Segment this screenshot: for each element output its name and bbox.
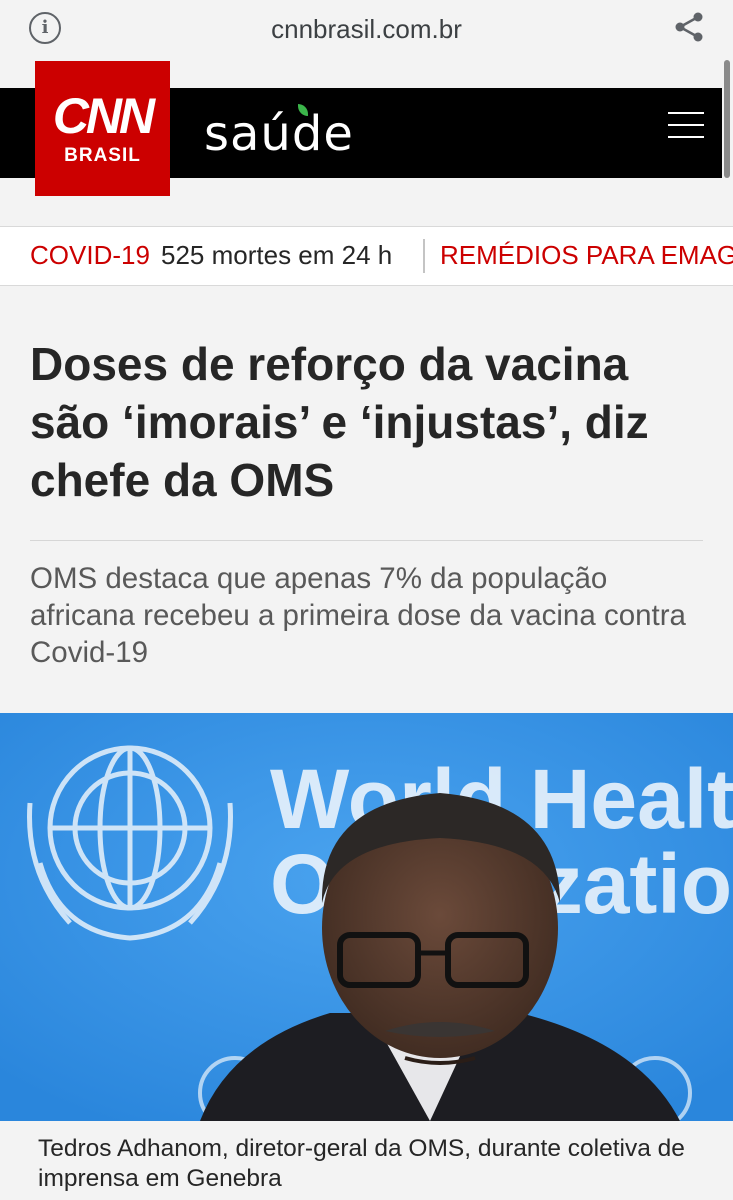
url-text[interactable]: cnnbrasil.com.br bbox=[0, 14, 733, 45]
photo-illustration: World Health Organization bbox=[0, 713, 733, 1121]
article-photo[interactable]: World Health Organization bbox=[0, 713, 733, 1121]
hamburger-menu-icon[interactable] bbox=[668, 112, 704, 142]
ticker-topic-remedios[interactable]: REMÉDIOS PARA EMAGR bbox=[440, 240, 733, 271]
divider bbox=[30, 540, 703, 541]
article-headline: Doses de reforço da vacina são ‘imorais’… bbox=[30, 338, 649, 506]
browser-address-bar[interactable]: i cnnbrasil.com.br bbox=[0, 0, 733, 58]
share-icon[interactable] bbox=[672, 10, 706, 44]
cnn-brasil-logo[interactable]: CNN BRASIL bbox=[35, 61, 170, 196]
topic-ticker: COVID-19 525 mortes em 24 h REMÉDIOS PAR… bbox=[0, 226, 733, 286]
ticker-divider bbox=[423, 239, 425, 273]
article-subhead: OMS destaca que apenas 7% da população a… bbox=[30, 562, 686, 669]
logo-cnn-text: CNN bbox=[52, 87, 155, 144]
ticker-covid-detail[interactable]: 525 mortes em 24 h bbox=[161, 240, 392, 271]
ticker-topic-covid[interactable]: COVID-19 bbox=[30, 240, 150, 271]
logo-brasil-text: BRASIL bbox=[64, 144, 141, 166]
section-title[interactable]: saúde bbox=[204, 106, 354, 162]
scrollbar[interactable] bbox=[724, 60, 730, 178]
photo-caption: Tedros Adhanom, diretor-geral da OMS, du… bbox=[38, 1135, 685, 1192]
